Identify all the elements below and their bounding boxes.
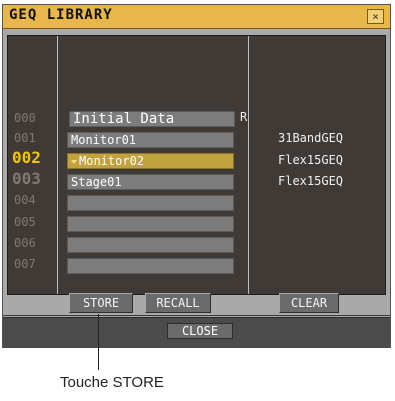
library-slot[interactable]: Initial Data [69, 111, 235, 127]
library-panel: 000 001 002 003 004 005 006 007 Initial … [7, 35, 386, 295]
store-button[interactable]: STORE [69, 293, 133, 313]
row-number-006: 006 [14, 236, 36, 250]
library-slot-selected[interactable]: Monitor02 [67, 153, 234, 169]
read-only-flag: R [240, 110, 248, 124]
geq-type: Flex15GEQ [278, 174, 344, 188]
selection-arrow-icon [71, 159, 77, 164]
recall-button[interactable]: RECALL [145, 293, 211, 313]
row-number-002: 002 [12, 148, 41, 167]
library-slot[interactable] [67, 195, 234, 211]
row-number-000: 000 [14, 111, 36, 125]
divider [3, 315, 390, 316]
callout-line [98, 314, 99, 370]
library-slot[interactable] [67, 237, 234, 253]
caption: Touche STORE [60, 374, 164, 391]
row-number-007: 007 [14, 257, 36, 271]
slot-title: Initial Data [73, 111, 175, 127]
slot-title: Stage01 [71, 175, 122, 189]
library-slot[interactable]: Stage01 [67, 174, 234, 190]
library-slot[interactable] [67, 258, 234, 274]
geq-type: 31BandGEQ [278, 131, 344, 145]
geq-type: Flex15GEQ [278, 153, 344, 167]
row-number-004: 004 [14, 193, 36, 207]
row-number-005: 005 [14, 215, 36, 229]
clear-button[interactable]: CLEAR [279, 293, 339, 313]
divider [248, 36, 249, 294]
row-number-001: 001 [14, 131, 36, 145]
library-slot[interactable]: Monitor01 [67, 132, 234, 148]
title-bar: GEQ LIBRARY × [3, 5, 390, 29]
row-number-003: 003 [12, 169, 41, 188]
close-button[interactable]: CLOSE [167, 323, 233, 339]
geq-library-window: GEQ LIBRARY × 000 001 002 003 004 005 00… [2, 4, 391, 348]
library-slot[interactable] [67, 216, 234, 232]
slot-title: Monitor02 [79, 154, 145, 168]
slot-title: Monitor01 [71, 133, 137, 147]
divider [57, 36, 58, 294]
close-icon[interactable]: × [367, 9, 384, 24]
window-title: GEQ LIBRARY [9, 7, 113, 23]
